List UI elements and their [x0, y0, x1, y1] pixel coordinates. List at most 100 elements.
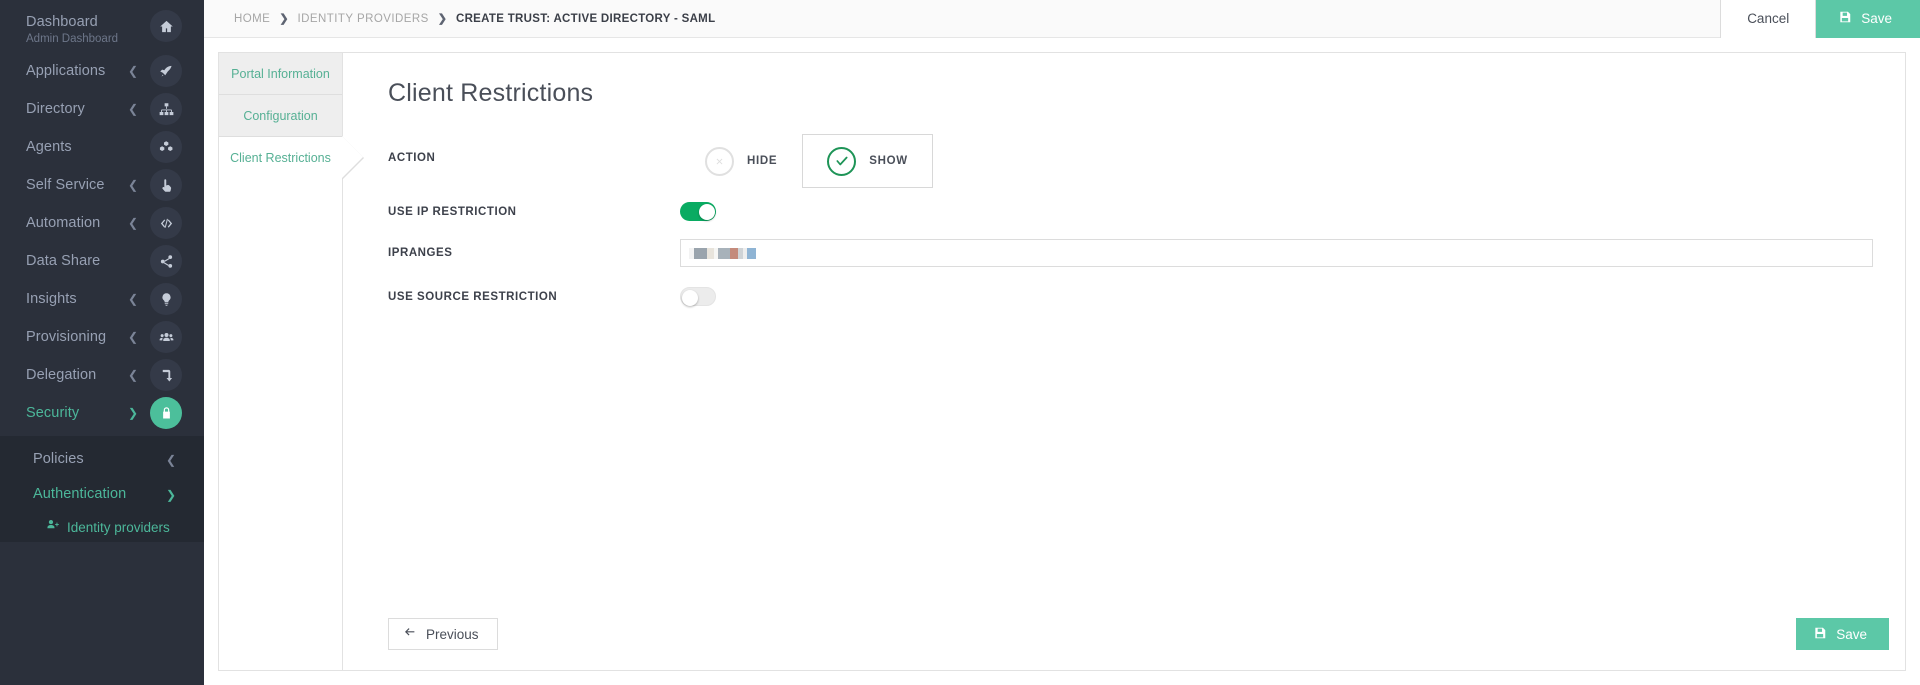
action-option-label: SHOW — [869, 155, 908, 167]
chevron-left-icon: ❮ — [127, 102, 138, 116]
lightbulb-icon — [150, 283, 182, 315]
form-row-use-source-restriction: USE SOURCE RESTRICTION — [388, 287, 1873, 306]
save-button-bottom[interactable]: Save — [1796, 618, 1889, 650]
ipranges-input[interactable] — [680, 239, 1873, 267]
sidebar-item-label: Directory — [26, 100, 85, 117]
app-root: Dashboard Admin Dashboard Applications ❮… — [0, 0, 1920, 685]
sidebar-item-label: Data Share — [26, 252, 101, 269]
sidebar-item-authentication[interactable]: Authentication ❯ — [0, 477, 204, 512]
sidebar-item-dashboard[interactable]: Dashboard Admin Dashboard — [0, 0, 204, 52]
lock-icon — [150, 397, 182, 429]
sidebar-item-label: Security — [26, 404, 80, 421]
sidebar-item-agents[interactable]: Agents — [0, 128, 204, 166]
sidebar: Dashboard Admin Dashboard Applications ❮… — [0, 0, 204, 685]
breadcrumb-item-current: CREATE TRUST: ACTIVE DIRECTORY - SAML — [455, 12, 716, 25]
chevron-left-icon: ❮ — [127, 292, 138, 306]
users-icon — [150, 321, 182, 353]
tab-client-restrictions[interactable]: Client Restrictions — [219, 136, 364, 180]
sidebar-item-label: Dashboard — [26, 14, 98, 30]
previous-button-label: Previous — [426, 626, 479, 642]
chevron-left-icon: ❮ — [127, 178, 138, 192]
action-option-hide[interactable]: HIDE — [680, 134, 802, 188]
cancel-button[interactable]: Cancel — [1720, 0, 1817, 38]
chevron-left-icon: ❮ — [127, 368, 138, 382]
chevron-left-icon: ❮ — [127, 216, 138, 230]
hand-pointer-icon — [150, 169, 182, 201]
use-source-restriction-label: USE SOURCE RESTRICTION — [388, 290, 558, 303]
sidebar-item-security[interactable]: Security ❯ — [0, 394, 204, 432]
action-control: HIDE SHOW — [680, 134, 1873, 188]
breadcrumb: HOME ❯ IDENTITY PROVIDERS ❯ CREATE TRUST… — [234, 12, 716, 26]
sidebar-item-label: Agents — [26, 138, 72, 155]
cubes-icon — [150, 131, 182, 163]
tab-configuration[interactable]: Configuration — [219, 95, 342, 137]
sidebar-item-provisioning[interactable]: Provisioning ❮ — [0, 318, 204, 356]
toggle-knob — [681, 289, 698, 306]
content-area: Portal Information Configuration Client … — [204, 38, 1920, 685]
sitemap-icon — [150, 93, 182, 125]
use-ip-restriction-label: USE IP RESTRICTION — [388, 205, 517, 218]
share-icon — [150, 245, 182, 277]
use-ip-restriction-toggle[interactable] — [680, 202, 716, 221]
action-option-show[interactable]: SHOW — [802, 134, 933, 188]
sidebar-item-applications[interactable]: Applications ❮ — [0, 52, 204, 90]
use-source-restriction-control — [680, 287, 1873, 306]
breadcrumb-separator-icon: ❯ — [437, 13, 447, 25]
chevron-left-icon: ❮ — [165, 452, 176, 467]
sidebar-item-label: Applications — [26, 62, 106, 79]
user-plus-icon — [46, 518, 60, 537]
chevron-down-icon: ❯ — [127, 406, 138, 420]
sidebar-item-label: Authentication — [33, 486, 127, 502]
rocket-icon — [150, 55, 182, 87]
x-circle-icon — [705, 146, 734, 176]
sidebar-item-identity-providers[interactable]: Identity providers — [0, 512, 204, 542]
tab-label: Client Restrictions — [230, 150, 331, 165]
action-radio-group: HIDE SHOW — [680, 134, 933, 188]
form-rows: ACTION HIDE SHOW USE IP RESTRICTION IPRA… — [343, 134, 1905, 618]
topbar: HOME ❯ IDENTITY PROVIDERS ❯ CREATE TRUST… — [204, 0, 1920, 38]
sidebar-item-automation[interactable]: Automation ❮ — [0, 204, 204, 242]
sidebar-item-label: Automation — [26, 214, 101, 231]
action-option-label: HIDE — [747, 155, 778, 167]
tab-label: Configuration — [243, 108, 318, 123]
sidebar-item-delegation[interactable]: Delegation ❮ — [0, 356, 204, 394]
chevron-left-icon: ❮ — [127, 330, 138, 344]
sidebar-item-label: Policies — [33, 451, 84, 467]
sidebar-item-label: Delegation — [26, 366, 97, 383]
use-source-restriction-toggle[interactable] — [680, 287, 716, 306]
sidebar-item-insights[interactable]: Insights ❮ — [0, 280, 204, 318]
save-button-top[interactable]: Save — [1816, 0, 1920, 38]
tab-label: Portal Information — [231, 66, 330, 81]
use-ip-restriction-control — [680, 202, 1873, 221]
sidebar-item-label: Self Service — [26, 176, 105, 193]
ipranges-label: IPRANGES — [388, 247, 453, 259]
toggle-knob — [698, 203, 715, 220]
chevron-left-icon: ❮ — [127, 64, 138, 78]
form-row-ipranges: IPRANGES — [388, 239, 1873, 267]
tab-portal-information[interactable]: Portal Information — [219, 53, 342, 95]
check-circle-icon — [827, 146, 857, 176]
sidebar-item-data-share[interactable]: Data Share — [0, 242, 204, 280]
topbar-actions: Cancel Save — [1720, 0, 1920, 38]
sidebar-item-sublabel: Admin Dashboard — [26, 33, 119, 45]
save-icon — [1813, 626, 1827, 643]
form-footer: Previous Save — [343, 618, 1905, 670]
save-button-label: Save — [1861, 11, 1892, 26]
sidebar-item-policies[interactable]: Policies ❮ — [0, 442, 204, 477]
previous-button[interactable]: Previous — [388, 618, 498, 650]
sidebar-item-label: Insights — [26, 290, 77, 307]
tab-rail: Portal Information Configuration Client … — [219, 53, 364, 670]
sidebar-item-self-service[interactable]: Self Service ❮ — [0, 166, 204, 204]
arrow-left-icon — [403, 626, 416, 642]
form-row-use-ip-restriction: USE IP RESTRICTION — [388, 202, 1873, 221]
sidebar-item-label: Identity providers — [67, 519, 170, 535]
code-icon — [150, 207, 182, 239]
form-row-action: ACTION HIDE SHOW — [388, 134, 1873, 188]
sidebar-item-label: Provisioning — [26, 328, 107, 345]
action-label: ACTION — [388, 152, 436, 164]
arrow-turn-down-icon — [150, 359, 182, 391]
breadcrumb-item-identity-providers[interactable]: IDENTITY PROVIDERS — [298, 13, 429, 25]
page-title: Client Restrictions — [388, 79, 594, 107]
breadcrumb-item-home[interactable]: HOME — [234, 13, 270, 25]
sidebar-item-directory[interactable]: Directory ❮ — [0, 90, 204, 128]
